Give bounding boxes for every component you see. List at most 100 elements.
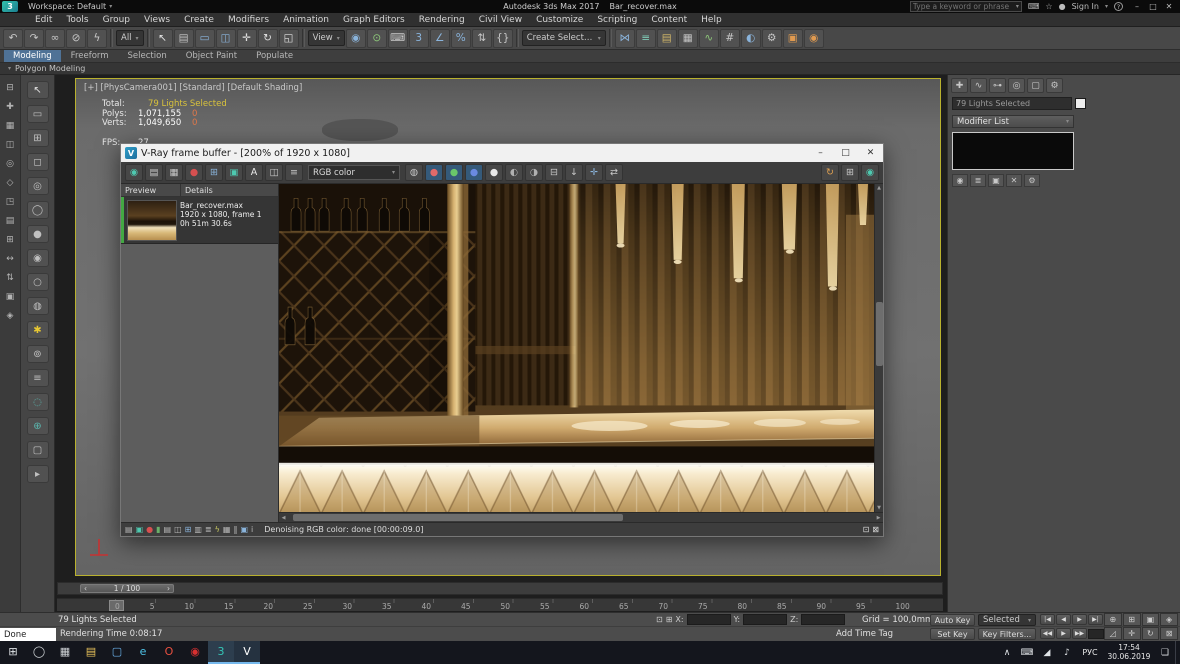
- ribbon-tab[interactable]: Freeform: [62, 50, 118, 62]
- create-tab-icon[interactable]: ✚: [951, 78, 968, 93]
- save-channels-icon[interactable]: ↓: [565, 164, 583, 181]
- plane-primitive-icon[interactable]: ◻: [27, 153, 49, 171]
- side-tool-icon[interactable]: ⊞: [6, 235, 14, 245]
- teapot-primitive-icon[interactable]: ◍: [27, 297, 49, 315]
- vfb-maximize-button[interactable]: □: [833, 144, 858, 162]
- auto-key-button[interactable]: Auto Key: [930, 614, 975, 626]
- side-tool-icon[interactable]: ⊟: [6, 83, 14, 93]
- pan-icon[interactable]: ✛: [1123, 627, 1141, 640]
- show-desktop-button[interactable]: [1175, 641, 1180, 664]
- use-pivot-point-icon[interactable]: ◉: [346, 29, 366, 48]
- search-input[interactable]: [913, 2, 1014, 11]
- remove-modifier-icon[interactable]: ✕: [1006, 174, 1022, 187]
- vfb-vertical-scrollbar[interactable]: ▲ ▼: [874, 184, 883, 512]
- modify-tab-icon[interactable]: ∿: [970, 78, 987, 93]
- color-correction-icon[interactable]: ◍: [405, 164, 423, 181]
- spinner-snap-icon[interactable]: ⇅: [472, 29, 492, 48]
- action-center-icon[interactable]: ❏: [1155, 648, 1175, 658]
- material-editor-icon[interactable]: ◐: [741, 29, 761, 48]
- store-icon[interactable]: ▢: [104, 641, 130, 664]
- angle-snap-icon[interactable]: ∠: [430, 29, 450, 48]
- region-tool-icon[interactable]: ▣: [136, 525, 144, 534]
- named-selection-set-dropdown[interactable]: Create Selection Se▾: [522, 30, 606, 46]
- menu-item[interactable]: Views: [137, 13, 177, 26]
- scroll-down-arrow[interactable]: ▼: [875, 504, 883, 512]
- window-crossing-icon[interactable]: ◫: [216, 29, 236, 48]
- select-and-move-icon[interactable]: ✛: [237, 29, 257, 48]
- box-primitive-icon[interactable]: ▭: [27, 105, 49, 123]
- scroll-up-arrow[interactable]: ▲: [875, 184, 883, 192]
- zoom-all-icon[interactable]: ⊞: [1123, 613, 1141, 626]
- start-button[interactable]: ⊞: [0, 641, 26, 664]
- grid-primitive-icon[interactable]: ⊞: [27, 129, 49, 147]
- key-selection-dropdown[interactable]: Selected▾: [978, 614, 1036, 626]
- select-and-scale-icon[interactable]: ◱: [279, 29, 299, 48]
- next-key-button[interactable]: ▶▶: [1072, 628, 1087, 639]
- horizontal-scroll-thumb[interactable]: [293, 514, 623, 521]
- side-tool-icon[interactable]: ✚: [6, 102, 14, 112]
- fov-icon[interactable]: ◿: [1104, 627, 1122, 640]
- show-end-result-icon[interactable]: ≣: [970, 174, 986, 187]
- layers-icon[interactable]: ≡: [27, 369, 49, 387]
- select-tool-icon[interactable]: ↖: [27, 81, 49, 99]
- snaps-toggle-icon[interactable]: 3: [409, 29, 429, 48]
- red-channel-icon[interactable]: ●: [425, 164, 443, 181]
- menu-item[interactable]: Content: [644, 13, 694, 26]
- edge-icon[interactable]: e: [130, 641, 156, 664]
- ribbon-tab[interactable]: Selection: [119, 50, 176, 62]
- panel-menu-icon[interactable]: ≡: [285, 164, 303, 181]
- sphere-primitive-icon[interactable]: ◎: [27, 177, 49, 195]
- select-and-manipulate-icon[interactable]: ⊙: [367, 29, 387, 48]
- side-tool-icon[interactable]: ▦: [6, 121, 15, 131]
- maxscript-mini-listener[interactable]: Done: [0, 628, 56, 641]
- side-tool-icon[interactable]: ▤: [6, 216, 15, 226]
- schematic-view-icon[interactable]: #: [720, 29, 740, 48]
- zoom-extents-all-icon[interactable]: ◈: [1160, 613, 1178, 626]
- utilities-tab-icon[interactable]: ⚙: [1046, 78, 1063, 93]
- icc-profile-icon[interactable]: ▣: [240, 525, 248, 534]
- x-coordinate-field[interactable]: [687, 614, 731, 625]
- absolute-mode-icon[interactable]: ⊞: [666, 615, 673, 624]
- stamp-icon[interactable]: ▤: [125, 525, 133, 534]
- layer-manager-icon[interactable]: ▤: [657, 29, 677, 48]
- clock[interactable]: 17:54 30.06.2019: [1103, 644, 1155, 661]
- scroll-left-arrow[interactable]: ◀: [279, 513, 288, 522]
- camera-icon[interactable]: ◌: [27, 393, 49, 411]
- capsule-primitive-icon[interactable]: ◯: [27, 201, 49, 219]
- mono-channel-icon[interactable]: ◑: [525, 164, 543, 181]
- favorites-star-icon[interactable]: ☆: [1045, 2, 1052, 11]
- touch-keyboard-icon[interactable]: ⌨: [1017, 648, 1037, 658]
- history-panel-icon[interactable]: ▣: [225, 164, 243, 181]
- side-tool-icon[interactable]: ↔: [6, 254, 14, 264]
- vertical-scroll-thumb[interactable]: [876, 302, 883, 366]
- set-key-button[interactable]: Set Key: [930, 628, 975, 640]
- add-time-tag[interactable]: Add Time Tag: [836, 629, 893, 639]
- menu-item[interactable]: Modifiers: [221, 13, 276, 26]
- signin-button[interactable]: Sign In: [1072, 2, 1099, 11]
- curve-icon[interactable]: ϟ: [215, 525, 220, 534]
- align-icon[interactable]: ≡: [636, 29, 656, 48]
- background-icon[interactable]: ▦: [223, 525, 231, 534]
- side-tool-icon[interactable]: ◫: [6, 140, 15, 150]
- region-render-icon[interactable]: ●: [185, 164, 203, 181]
- side-tool-icon[interactable]: ⇅: [6, 273, 14, 283]
- vray-settings-icon[interactable]: ◉: [861, 164, 879, 181]
- space-warp-icon[interactable]: ▢: [27, 441, 49, 459]
- 3dsmax-taskbar-icon[interactable]: 3: [208, 641, 234, 664]
- menu-item[interactable]: Scripting: [590, 13, 644, 26]
- show-alpha-icon[interactable]: A: [245, 164, 263, 181]
- render-last-icon[interactable]: ◉: [125, 164, 143, 181]
- y-coordinate-field[interactable]: [743, 614, 787, 625]
- helper-icon[interactable]: ⊕: [27, 417, 49, 435]
- menu-item[interactable]: Edit: [28, 13, 59, 26]
- object-color-swatch[interactable]: [1075, 98, 1086, 109]
- zoom-extents-icon[interactable]: ▣: [1142, 613, 1160, 626]
- workspace-selector[interactable]: Workspace: Default ▾: [22, 0, 118, 13]
- file-explorer-icon[interactable]: ▤: [78, 641, 104, 664]
- omni-light-icon[interactable]: ✱: [27, 321, 49, 339]
- select-and-rotate-icon[interactable]: ↻: [258, 29, 278, 48]
- go-to-start-button[interactable]: |◀: [1040, 614, 1055, 625]
- percent-snap-icon[interactable]: %: [451, 29, 471, 48]
- select-and-link-icon[interactable]: ∞: [45, 29, 65, 48]
- prev-frame-button[interactable]: ◀: [1056, 614, 1071, 625]
